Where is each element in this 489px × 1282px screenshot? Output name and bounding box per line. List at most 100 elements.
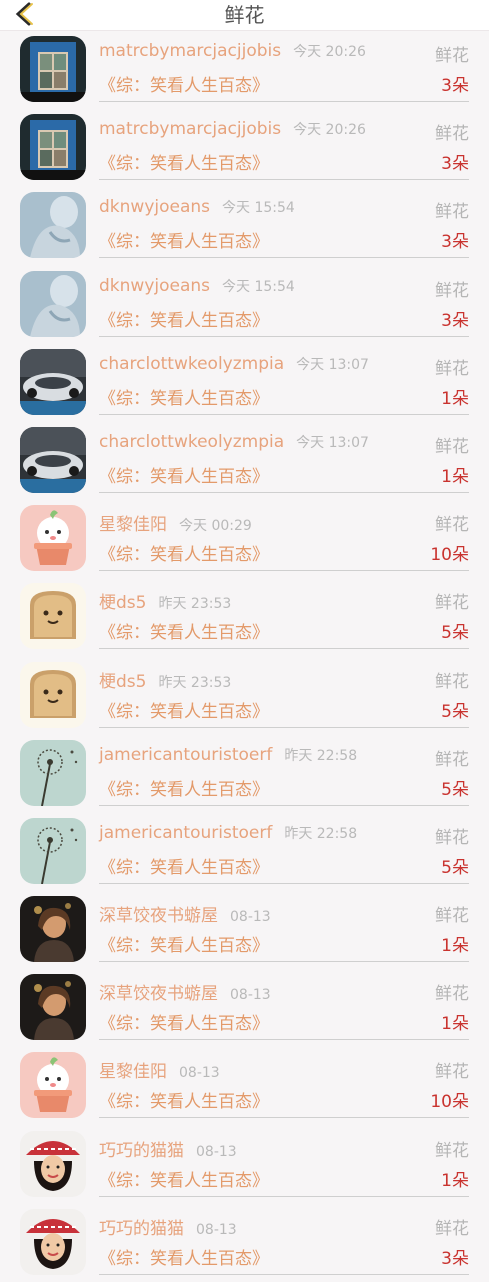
list-item[interactable]: 巧巧的猫猫 08-13 鲜花 《综：笑看人生百态》 1朵	[0, 1126, 489, 1204]
avatar[interactable]	[20, 114, 86, 181]
list-item[interactable]: 梗ds5 昨天 23:53 鲜花 《综：笑看人生百态》 5朵	[0, 578, 489, 656]
avatar[interactable]	[20, 974, 86, 1041]
book-title[interactable]: 《综：笑看人生百态》	[99, 540, 269, 565]
flower-count: 10朵	[430, 545, 469, 566]
list-item[interactable]: jamericantouristoerf 昨天 22:58 鲜花 《综：笑看人生百…	[0, 735, 489, 813]
user-name[interactable]: dknwyjoeans 今天 15:54	[99, 276, 295, 296]
list-item[interactable]: matrcbymarcjacjjobis 今天 20:26 鲜花 《综：笑看人生百…	[0, 109, 489, 187]
gift-type-label: 鲜花	[435, 593, 469, 614]
user-name[interactable]: jamericantouristoerf 昨天 22:58	[99, 745, 357, 765]
book-title[interactable]: 《综：笑看人生百态》	[99, 697, 269, 722]
book-title[interactable]: 《综：笑看人生百态》	[99, 1166, 269, 1191]
item-content: dknwyjoeans 今天 15:54 鲜花 《综：笑看人生百态》 3朵	[99, 187, 469, 259]
avatar[interactable]	[20, 739, 86, 806]
list-item[interactable]: matrcbymarcjacjjobis 今天 20:26 鲜花 《综：笑看人生百…	[0, 31, 489, 109]
user-name-text[interactable]: matrcbymarcjacjjobis	[99, 119, 281, 139]
flower-count: 3朵	[441, 154, 469, 175]
avatar[interactable]	[20, 505, 86, 572]
avatar[interactable]	[20, 270, 86, 337]
item-content: matrcbymarcjacjjobis 今天 20:26 鲜花 《综：笑看人生百…	[99, 31, 469, 102]
user-name-text[interactable]: jamericantouristoerf	[99, 745, 272, 765]
user-name-text[interactable]: jamericantouristoerf	[99, 823, 272, 843]
avatar[interactable]	[20, 1052, 86, 1119]
book-title[interactable]: 《综：笑看人生百态》	[99, 149, 269, 174]
avatar[interactable]	[20, 348, 86, 415]
user-name[interactable]: matrcbymarcjacjjobis 今天 20:26	[99, 41, 366, 61]
book-title[interactable]: 《综：笑看人生百态》	[99, 618, 269, 643]
list-item[interactable]: dknwyjoeans 今天 15:54 鲜花 《综：笑看人生百态》 3朵	[0, 266, 489, 344]
user-name-text[interactable]: 巧巧的猫猫	[99, 1219, 184, 1239]
user-name-text[interactable]: 星黎佳阳	[99, 1062, 167, 1082]
user-name-text[interactable]: 深草饺夜书蝣屋	[99, 906, 218, 926]
book-title[interactable]: 《综：笑看人生百态》	[99, 227, 269, 252]
list-item[interactable]: charclottwkeolyzmpia 今天 13:07 鲜花 《综：笑看人生百…	[0, 344, 489, 422]
gift-type-label: 鲜花	[435, 46, 469, 66]
book-title[interactable]: 《综：笑看人生百态》	[99, 1087, 269, 1112]
book-title[interactable]: 《综：笑看人生百态》	[99, 931, 269, 956]
list-item[interactable]: 深草饺夜书蝣屋 08-13 鲜花 《综：笑看人生百态》 1朵	[0, 891, 489, 969]
timestamp: 08-13	[230, 987, 271, 1004]
book-title[interactable]: 《综：笑看人生百态》	[99, 853, 269, 878]
list-item[interactable]: 巧巧的猫猫 08-13 鲜花 《综：笑看人生百态》 3朵	[0, 1204, 489, 1282]
avatar[interactable]	[20, 817, 86, 884]
timestamp: 今天 20:26	[293, 44, 366, 60]
list-item[interactable]: 梗ds5 昨天 23:53 鲜花 《综：笑看人生百态》 5朵	[0, 657, 489, 735]
book-title[interactable]: 《综：笑看人生百态》	[99, 775, 269, 800]
user-name-text[interactable]: 深草饺夜书蝣屋	[99, 984, 218, 1004]
user-name-text[interactable]: 梗ds5	[99, 672, 146, 692]
user-name[interactable]: matrcbymarcjacjjobis 今天 20:26	[99, 119, 366, 139]
list-item[interactable]: 深草饺夜书蝣屋 08-13 鲜花 《综：笑看人生百态》 1朵	[0, 969, 489, 1047]
user-name[interactable]: 深草饺夜书蝣屋 08-13	[99, 901, 271, 926]
book-title[interactable]: 《综：笑看人生百态》	[99, 384, 269, 409]
user-name[interactable]: 巧巧的猫猫 08-13	[99, 1136, 237, 1161]
user-name-text[interactable]: 巧巧的猫猫	[99, 1141, 184, 1161]
user-name[interactable]: charclottwkeolyzmpia 今天 13:07	[99, 432, 369, 452]
book-title[interactable]: 《综：笑看人生百态》	[99, 71, 269, 96]
item-content: dknwyjoeans 今天 15:54 鲜花 《综：笑看人生百态》 3朵	[99, 266, 469, 337]
user-name[interactable]: charclottwkeolyzmpia 今天 13:07	[99, 354, 369, 374]
list-item[interactable]: jamericantouristoerf 昨天 22:58 鲜花 《综：笑看人生百…	[0, 813, 489, 891]
flower-count: 10朵	[430, 1092, 469, 1113]
avatar[interactable]	[20, 661, 86, 728]
book-title[interactable]: 《综：笑看人生百态》	[99, 1244, 269, 1269]
user-name[interactable]: dknwyjoeans 今天 15:54	[99, 197, 295, 217]
user-name-text[interactable]: dknwyjoeans	[99, 276, 210, 296]
timestamp: 昨天 23:53	[158, 596, 232, 613]
user-name[interactable]: jamericantouristoerf 昨天 22:58	[99, 823, 357, 843]
list-item[interactable]: dknwyjoeans 今天 15:54 鲜花 《综：笑看人生百态》 3朵	[0, 187, 489, 265]
timestamp: 今天 13:07	[296, 356, 369, 373]
avatar[interactable]	[20, 192, 86, 259]
user-name[interactable]: 星黎佳阳 今天 00:29	[99, 510, 252, 535]
user-name[interactable]: 巧巧的猫猫 08-13	[99, 1214, 237, 1239]
flower-count: 5朵	[441, 779, 469, 800]
user-name-text[interactable]: charclottwkeolyzmpia	[99, 432, 284, 452]
user-name-text[interactable]: charclottwkeolyzmpia	[99, 354, 284, 374]
book-title[interactable]: 《综：笑看人生百态》	[99, 462, 269, 487]
user-name[interactable]: 梗ds5 昨天 23:53	[99, 667, 231, 692]
book-title[interactable]: 《综：笑看人生百态》	[99, 306, 269, 331]
user-name-text[interactable]: dknwyjoeans	[99, 197, 210, 217]
avatar[interactable]	[20, 426, 86, 493]
list-item[interactable]: 星黎佳阳 08-13 鲜花 《综：笑看人生百态》 10朵	[0, 1047, 489, 1125]
user-name[interactable]: 梗ds5 昨天 23:53	[99, 588, 231, 613]
avatar[interactable]	[20, 896, 86, 963]
user-name-text[interactable]: 星黎佳阳	[99, 515, 167, 535]
avatar[interactable]	[20, 36, 86, 102]
book-title[interactable]: 《综：笑看人生百态》	[99, 1009, 269, 1034]
avatar[interactable]	[20, 1208, 86, 1275]
gift-type-label: 鲜花	[435, 202, 469, 223]
user-name-text[interactable]: 梗ds5	[99, 593, 146, 613]
item-content: jamericantouristoerf 昨天 22:58 鲜花 《综：笑看人生百…	[99, 813, 469, 884]
user-name[interactable]: 深草饺夜书蝣屋 08-13	[99, 979, 271, 1004]
list-item[interactable]: 星黎佳阳 今天 00:29 鲜花 《综：笑看人生百态》 10朵	[0, 500, 489, 578]
user-name-text[interactable]: matrcbymarcjacjjobis	[99, 41, 281, 61]
avatar[interactable]	[20, 1130, 86, 1197]
flower-count: 3朵	[441, 232, 469, 253]
gift-type-label: 鲜花	[435, 671, 469, 692]
flower-count: 1朵	[441, 1170, 469, 1191]
user-name[interactable]: 星黎佳阳 08-13	[99, 1057, 220, 1082]
list-item[interactable]: charclottwkeolyzmpia 今天 13:07 鲜花 《综：笑看人生百…	[0, 422, 489, 500]
item-content: 深草饺夜书蝣屋 08-13 鲜花 《综：笑看人生百态》 1朵	[99, 891, 469, 963]
gift-list: matrcbymarcjacjjobis 今天 20:26 鲜花 《综：笑看人生百…	[0, 31, 489, 1282]
avatar[interactable]	[20, 583, 86, 650]
